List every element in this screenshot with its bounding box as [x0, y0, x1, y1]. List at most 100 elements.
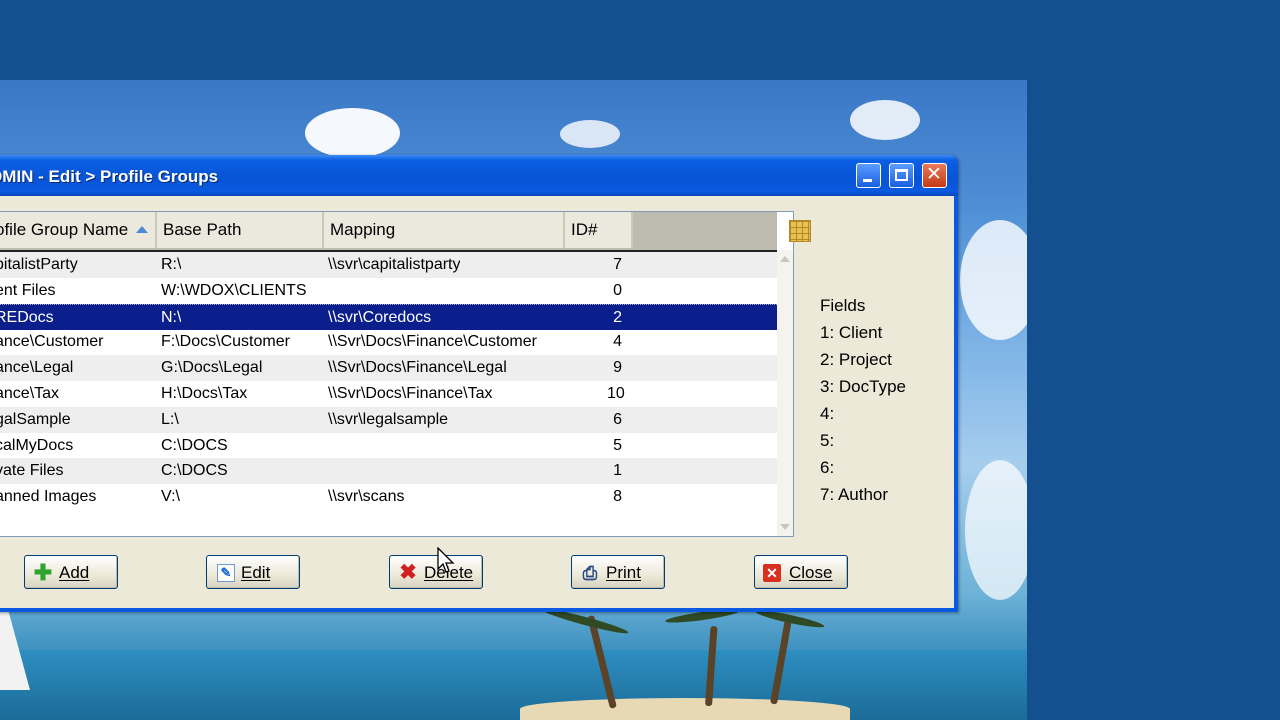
cell-id: 6	[613, 410, 622, 428]
printer-icon: ⎙	[582, 563, 598, 583]
field-item: 5:	[820, 431, 835, 450]
edit-button[interactable]: ✎ Edit	[206, 555, 300, 589]
field-item: 1: Client	[820, 323, 883, 342]
scroll-down-icon[interactable]	[780, 524, 790, 530]
table-row[interactable]: galSample L:\ \\svr\legalsample 6	[0, 406, 777, 433]
cell-id: 0	[613, 281, 622, 299]
cell-base-path: H:\Docs\Tax	[161, 385, 248, 402]
print-label: Print	[606, 563, 641, 582]
close-x-icon: ✕	[763, 564, 781, 582]
sort-ascending-icon	[136, 226, 149, 233]
column-header-profile-group-name[interactable]: ofile Group Name	[0, 212, 157, 248]
cell-group-name: ent Files	[0, 281, 56, 299]
list-header: ofile Group Name Base Path Mapping ID#	[0, 212, 777, 252]
profile-groups-list[interactable]: ofile Group Name Base Path Mapping ID# p…	[0, 211, 794, 537]
cell-base-path: N:\	[161, 308, 182, 326]
cloud	[560, 120, 620, 148]
cell-base-path: R:\	[161, 256, 182, 273]
minimize-icon[interactable]	[856, 163, 881, 188]
vertical-scrollbar[interactable]	[777, 250, 793, 536]
close-icon[interactable]: ✕	[922, 163, 947, 188]
table-row[interactable]: ance\Tax H:\Docs\Tax \\Svr\Docs\Finance\Ta…	[0, 381, 777, 407]
cell-group-name: anned Images	[0, 488, 97, 506]
cell-id: 9	[613, 359, 622, 377]
cell-mapping: \\Svr\Docs\Finance\Legal	[328, 359, 507, 377]
field-item: 6:	[820, 458, 835, 477]
fields-panel: Fields 1: Client 2: Project 3: DocType 4…	[820, 292, 906, 508]
scroll-up-icon[interactable]	[780, 256, 790, 262]
table-row[interactable]: vate Files C:\DOCS 1	[0, 458, 777, 485]
field-item: 2: Project	[820, 350, 892, 369]
cell-mapping: \\svr\capitalistparty	[328, 256, 461, 273]
edit-label: Edit	[241, 563, 271, 582]
cell-group-name: pitalistParty	[0, 256, 78, 273]
cell-base-path: G:\Docs\Legal	[161, 359, 263, 377]
cloud	[965, 460, 1027, 600]
cell-base-path: W:\WDOX\CLIENTS	[161, 281, 307, 299]
table-row[interactable]: calMyDocs C:\DOCS 5	[0, 433, 777, 459]
column-header-base-path[interactable]: Base Path	[157, 212, 324, 248]
cell-base-path: F:\Docs\Customer	[161, 333, 290, 351]
table-row[interactable]: ent Files W:\WDOX\CLIENTS 0	[0, 278, 777, 304]
cell-base-path: V:\	[161, 488, 180, 506]
cell-id: 10	[607, 385, 625, 402]
table-row[interactable]: pitalistParty R:\ \\svr\capitalistparty 7	[0, 252, 777, 278]
close-label: Close	[789, 563, 833, 582]
cell-id: 2	[613, 308, 622, 326]
fields-title: Fields	[820, 296, 866, 315]
column-header-mapping[interactable]: Mapping	[324, 212, 565, 248]
cell-id: 7	[613, 256, 622, 273]
cell-group-name: REDocs	[0, 308, 54, 326]
cell-group-name: galSample	[0, 410, 71, 428]
add-button[interactable]: ✚ Add	[24, 555, 118, 589]
cell-id: 4	[613, 333, 622, 351]
cell-group-name: ance\Legal	[0, 359, 74, 377]
column-label: ofile Group Name	[0, 220, 129, 239]
cell-group-name: ance\Customer	[0, 333, 104, 351]
cell-mapping: \\svr\legalsample	[328, 410, 449, 428]
title-bar[interactable]: DMIN - Edit > Profile Groups ✕	[0, 155, 958, 196]
field-item: 4:	[820, 404, 835, 423]
x-icon: ✖	[399, 561, 417, 584]
field-item: 3: DocType	[820, 377, 906, 396]
cell-id: 8	[613, 488, 622, 506]
column-header-id[interactable]: ID#	[565, 212, 633, 248]
window-title: DMIN - Edit > Profile Groups	[0, 167, 219, 186]
cloud	[960, 220, 1027, 340]
island-sand	[520, 698, 850, 720]
cell-mapping: \\svr\scans	[328, 488, 405, 506]
maximize-icon[interactable]	[889, 163, 914, 188]
delete-button[interactable]: ✖ Delete	[389, 555, 483, 589]
table-row[interactable]: anned Images V:\ \\svr\scans 8	[0, 484, 777, 510]
add-label: Add	[59, 563, 90, 582]
column-label: Mapping	[330, 220, 396, 239]
table-row[interactable]: ance\Customer F:\Docs\Customer \\Svr\Docs\…	[0, 329, 777, 355]
cloud	[305, 108, 400, 158]
table-row[interactable]: REDocs N:\ \\svr\Coredocs 2	[0, 303, 777, 330]
cell-mapping: \\svr\Coredocs	[328, 308, 432, 326]
grid-icon[interactable]	[789, 220, 811, 242]
profile-groups-window: DMIN - Edit > Profile Groups ✕ ofile Gro…	[0, 155, 958, 612]
cell-group-name: ance\Tax	[0, 385, 60, 402]
cell-group-name: calMyDocs	[0, 436, 74, 454]
mouse-cursor-icon	[437, 547, 455, 573]
cell-base-path: L:\	[161, 410, 179, 428]
cell-base-path: C:\DOCS	[161, 436, 228, 454]
pencil-icon: ✎	[217, 564, 235, 582]
column-label: Base Path	[163, 220, 242, 239]
cell-base-path: C:\DOCS	[161, 462, 228, 480]
cell-mapping: \\Svr\Docs\Finance\Tax	[328, 385, 493, 402]
cloud	[850, 100, 920, 140]
close-button[interactable]: ✕ Close	[754, 555, 848, 589]
table-row[interactable]: ance\Legal G:\Docs\Legal \\Svr\Docs\Financ…	[0, 355, 777, 382]
dialog-client-area: ofile Group Name Base Path Mapping ID# p…	[0, 196, 954, 608]
column-label: ID#	[571, 220, 598, 239]
field-item: 7: Author	[820, 485, 889, 504]
cell-id: 5	[613, 436, 622, 454]
print-button[interactable]: ⎙ Print	[571, 555, 665, 589]
cell-id: 1	[613, 462, 622, 480]
cell-group-name: vate Files	[0, 462, 64, 480]
sea	[0, 650, 1027, 720]
cell-mapping: \\Svr\Docs\Finance\Customer	[328, 333, 537, 351]
plus-icon: ✚	[33, 560, 53, 585]
